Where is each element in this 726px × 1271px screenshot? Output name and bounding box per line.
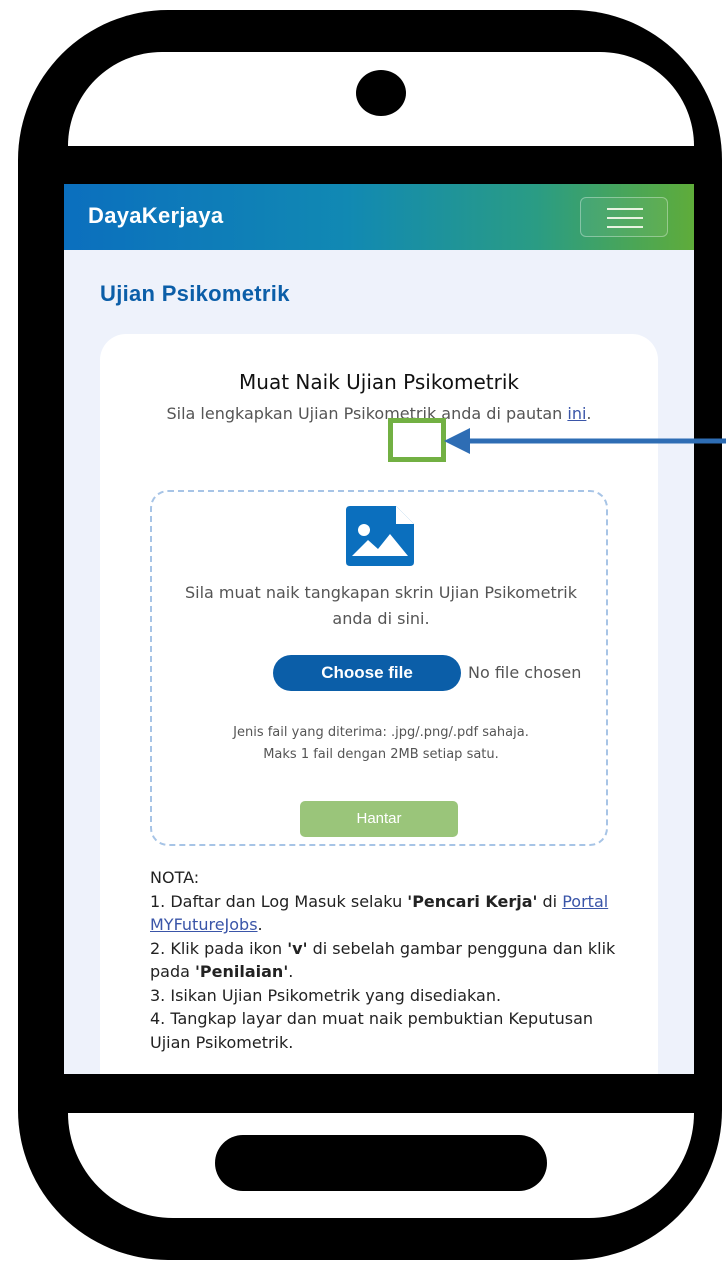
note-bold: 'Penilaian'	[195, 962, 289, 981]
subtitle-text: Sila lengkapkan Ujian Psikometrik anda d…	[166, 404, 568, 423]
phone-screen: DayaKerjaya Ujian Psikometrik Muat Naik …	[64, 184, 694, 1074]
note-step-3: 3. Isikan Ujian Psikometrik yang disedia…	[150, 985, 502, 1005]
note-text: di	[537, 891, 563, 911]
arrow-left-icon	[444, 428, 726, 454]
navbar: DayaKerjaya	[64, 184, 694, 250]
card-subtitle: Sila lengkapkan Ujian Psikometrik anda d…	[140, 401, 618, 427]
upload-instruction: Sila muat naik tangkapan skrin Ujian Psi…	[184, 583, 578, 628]
note-step-4: 4. Tangkap layar dan muat naik pembuktia…	[150, 1009, 594, 1052]
brand-logo[interactable]: DayaKerjaya	[88, 203, 223, 229]
note-text: .	[288, 962, 294, 981]
note-step-2: 2. Klik pada ikon 'v' di sebelah gambar …	[150, 937, 620, 984]
home-bar	[215, 1135, 547, 1191]
file-status: No file chosen	[468, 663, 582, 682]
camera-icon	[356, 70, 406, 116]
note-bold: 'v'	[287, 938, 308, 958]
notes-heading: NOTA:	[150, 868, 200, 887]
note-step-1: 1. Daftar dan Log Masuk selaku 'Pencari …	[150, 890, 620, 937]
accepted-types: Jenis fail yang diterima: .jpg/.png/.pdf…	[233, 725, 529, 740]
notes-section: NOTA: 1. Daftar dan Log Masuk selaku 'Pe…	[150, 866, 620, 1054]
note-text: 2. Klik pada ikon	[150, 938, 288, 958]
note-bold: 'Pencari Kerja'	[407, 891, 538, 911]
page-title: Ujian Psikometrik	[100, 281, 290, 306]
image-file-icon	[346, 506, 414, 566]
subtitle-period: .	[586, 404, 592, 423]
note-text: .	[257, 915, 263, 934]
test-link[interactable]: ini	[567, 404, 586, 423]
accepted-file-info: Jenis fail yang diterima: .jpg/.png/.pdf…	[162, 722, 600, 766]
max-size: Maks 1 fail dengan 2MB setiap satu.	[263, 747, 499, 762]
card-title: Muat Naik Ujian Psikometrik	[239, 370, 519, 394]
submit-button[interactable]: Hantar	[300, 801, 458, 837]
upload-dropzone[interactable]: Sila muat naik tangkapan skrin Ujian Psi…	[150, 490, 608, 846]
note-text: 1. Daftar dan Log Masuk selaku	[150, 891, 408, 911]
link-highlight-box	[388, 418, 446, 462]
hamburger-menu-icon[interactable]	[580, 197, 668, 237]
choose-file-button[interactable]: Choose file	[273, 655, 461, 691]
